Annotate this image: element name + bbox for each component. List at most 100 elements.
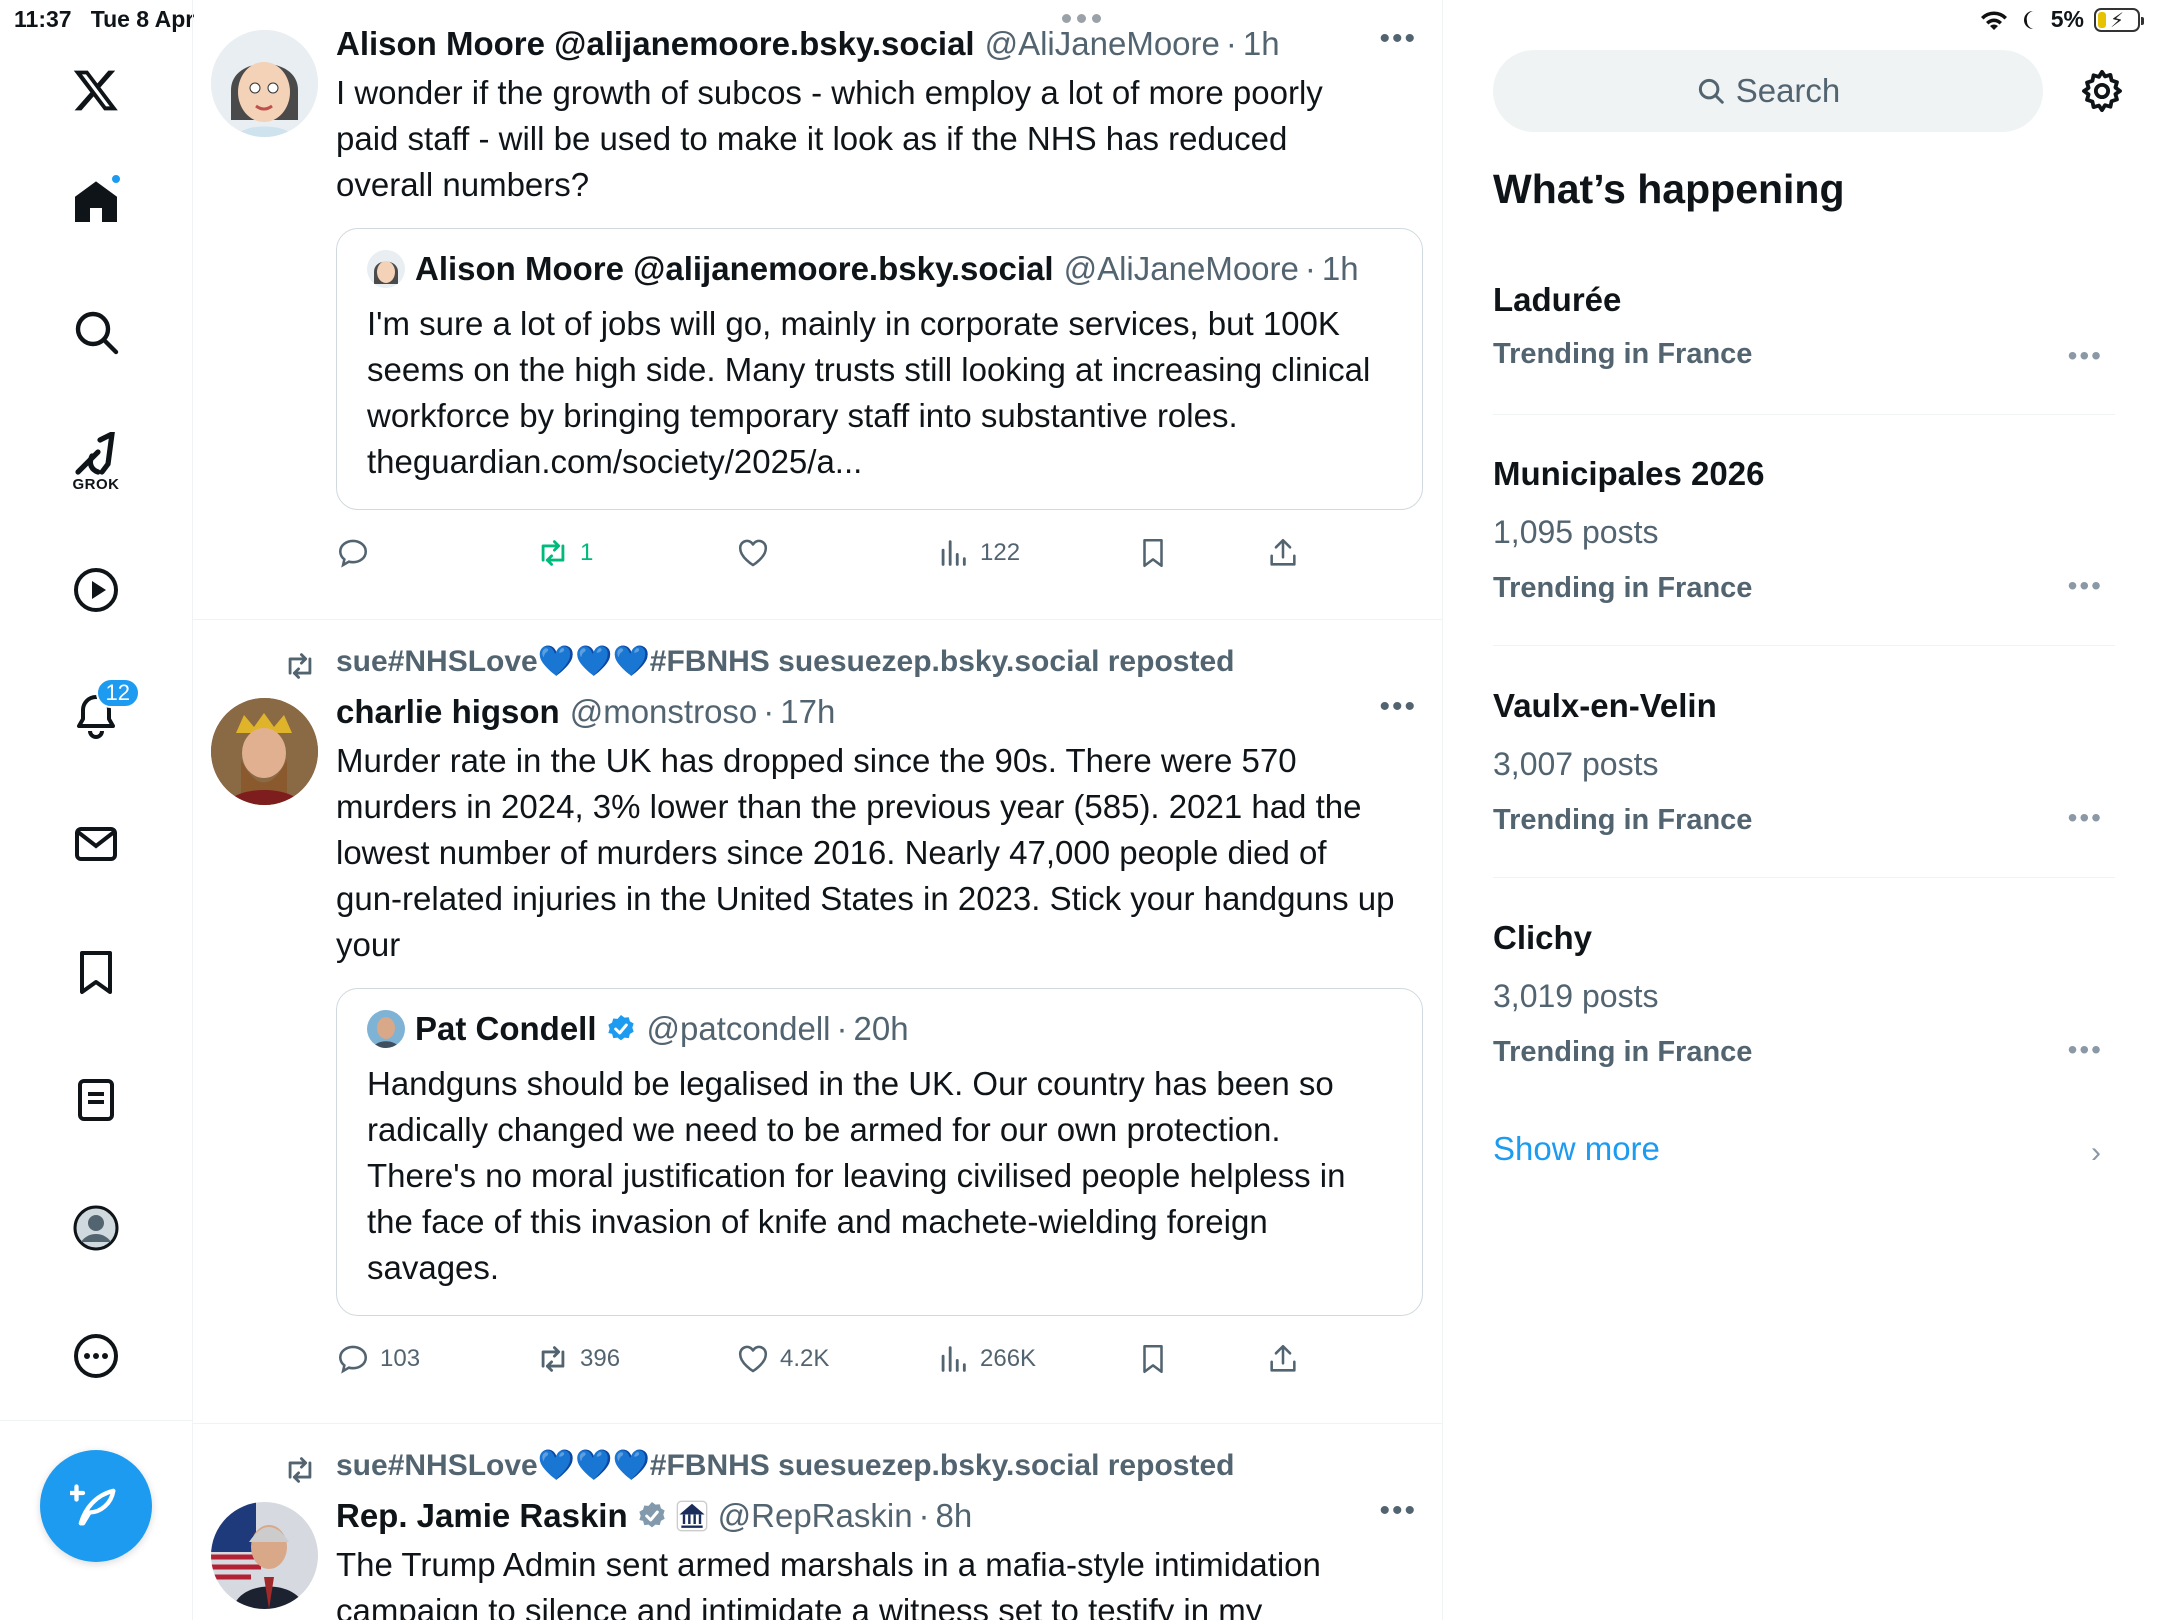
verified-badge-icon [605, 1013, 637, 1045]
search-icon [75, 311, 119, 355]
reposted-by[interactable]: sue#NHSLove💙💙💙#FBNHS suesuezep.bsky.soci… [336, 1448, 1425, 1483]
nav-home[interactable] [52, 158, 140, 246]
more-options-icon[interactable]: ••• [1379, 690, 1417, 724]
share-button[interactable] [1266, 1342, 1300, 1376]
views-chart-icon [941, 1346, 966, 1372]
more-circle-icon [74, 1334, 118, 1378]
reply-button[interactable] [336, 536, 380, 570]
reposted-by[interactable]: sue#NHSLove💙💙💙#FBNHS suesuezep.bsky.soci… [336, 644, 1425, 679]
author-handle[interactable]: @RepRaskin [718, 1494, 913, 1538]
x-logo-icon[interactable] [52, 46, 140, 134]
views-count: 122 [980, 539, 1021, 566]
reply-button[interactable]: 103 [336, 1342, 420, 1376]
post-text: Murder rate in the UK has dropped since … [336, 742, 1395, 963]
quote-author-handle: @AliJaneMoore [1063, 250, 1299, 287]
trend-more-icon[interactable]: ••• [2068, 802, 2103, 834]
views-chart-icon [941, 540, 966, 566]
repost-count: 1 [580, 539, 594, 566]
share-button[interactable] [1266, 536, 1300, 570]
post-time[interactable]: 17h [780, 690, 835, 734]
nav-bookmarks[interactable] [52, 928, 140, 1016]
trend-title: Municipales 2026 [1493, 455, 1765, 492]
quote-header: Pat Condell @patcondell · 20h [367, 1007, 1392, 1051]
like-count: 4.2K [780, 1345, 830, 1372]
more-options-icon[interactable]: ••• [1379, 22, 1417, 56]
nav-explore[interactable] [52, 288, 140, 376]
government-affiliation-icon [676, 1500, 708, 1532]
timeline-feed[interactable]: Alison Moore @alijanemoore.bsky.social @… [193, 0, 1443, 1620]
right-sidebar: Search What’s happening Ladurée Trending… [1443, 0, 2160, 1620]
quoted-post[interactable]: Pat Condell @patcondell · 20h Handguns s… [336, 988, 1423, 1316]
trend-title: Clichy [1493, 919, 1593, 956]
chevron-right-icon[interactable]: › [2091, 1136, 2101, 1170]
reposted-icon [283, 649, 317, 688]
trend-item[interactable]: Clichy 3,019 posts Trending in France ••… [1493, 918, 2115, 1098]
reply-icon [338, 1345, 368, 1374]
bookmark-button[interactable] [1136, 536, 1170, 570]
trend-more-icon[interactable]: ••• [2068, 570, 2103, 602]
post[interactable]: Alison Moore @alijanemoore.bsky.social @… [193, 0, 1442, 620]
views-count: 266K [980, 1345, 1037, 1372]
trend-title: Vaulx-en-Velin [1493, 687, 1717, 724]
views-button[interactable]: 122 [936, 536, 1020, 570]
bookmark-icon [80, 951, 112, 994]
post-time[interactable]: 1h [1243, 22, 1280, 66]
notifications-badge: 12 [95, 678, 140, 708]
views-button[interactable]: 266K [936, 1342, 1036, 1376]
repost-icon [541, 1346, 565, 1372]
trend-item[interactable]: Municipales 2026 1,095 posts Trending in… [1493, 454, 2115, 646]
avatar[interactable] [211, 30, 318, 137]
compose-feather-icon [70, 1484, 116, 1526]
author-name[interactable]: Rep. Jamie Raskin [336, 1494, 628, 1538]
quoted-post[interactable]: Alison Moore @alijanemoore.bsky.social @… [336, 228, 1423, 510]
play-circle-icon [74, 568, 118, 612]
repost-button[interactable]: 396 [536, 1342, 620, 1376]
profile-avatar-icon [73, 1205, 119, 1251]
settings-gear-icon[interactable] [2079, 68, 2125, 114]
home-icon [75, 181, 117, 222]
like-button[interactable]: 4.2K [736, 1342, 829, 1376]
trend-location: Trending in France [1493, 804, 1753, 836]
avatar[interactable] [211, 1502, 318, 1609]
post-time[interactable]: 8h [936, 1494, 973, 1538]
trend-post-count: 3,019 posts [1493, 978, 1659, 1014]
trend-item[interactable]: Ladurée Trending in France ••• [1493, 280, 2115, 415]
grok-label: GROK [72, 475, 120, 493]
post[interactable]: sue#NHSLove💙💙💙#FBNHS suesuezep.bsky.soci… [193, 1424, 1442, 1620]
post[interactable]: sue#NHSLove💙💙💙#FBNHS suesuezep.bsky.soci… [193, 620, 1442, 1424]
search-input[interactable]: Search [1493, 50, 2043, 132]
author-name[interactable]: charlie higson [336, 690, 560, 734]
nav-messages[interactable] [52, 800, 140, 888]
quote-author-handle: @patcondell [646, 1010, 831, 1047]
nav-notifications[interactable]: 12 [52, 672, 140, 760]
like-button[interactable] [736, 536, 780, 570]
reposted-icon [283, 1453, 317, 1492]
bookmark-button[interactable] [1136, 1342, 1170, 1376]
show-more-link[interactable]: Show more [1493, 1130, 1660, 1168]
share-icon [1270, 1344, 1296, 1372]
more-options-icon[interactable]: ••• [1379, 1494, 1417, 1528]
author-handle[interactable]: @AliJaneMoore [985, 22, 1220, 66]
post-actions: 103 396 4.2K 266K [336, 1334, 1425, 1394]
whats-happening-heading: What’s happening [1493, 166, 1845, 212]
author-handle[interactable]: @monstroso [570, 690, 758, 734]
trend-item[interactable]: Vaulx-en-Velin 3,007 posts Trending in F… [1493, 686, 2115, 878]
compose-button[interactable] [40, 1450, 152, 1562]
post-header: Alison Moore @alijanemoore.bsky.social @… [336, 22, 1425, 66]
author-name[interactable]: Alison Moore @alijanemoore.bsky.social [336, 22, 975, 66]
trend-more-icon[interactable]: ••• [2068, 340, 2103, 372]
quote-text: Handguns should be legalised in the UK. … [367, 1065, 1346, 1286]
quote-text: I'm sure a lot of jobs will go, mainly i… [367, 305, 1371, 480]
nav-grok[interactable]: GROK [52, 418, 140, 506]
nav-profile[interactable] [52, 1184, 140, 1272]
quote-author-name: Alison Moore @alijanemoore.bsky.social [415, 250, 1054, 287]
quote-avatar [367, 250, 405, 288]
post-header: charlie higson @monstroso · 17h [336, 690, 1425, 734]
nav-more[interactable] [52, 1312, 140, 1400]
nav-lists[interactable] [52, 1056, 140, 1144]
left-nav: GROK 12 [0, 0, 193, 1620]
trend-more-icon[interactable]: ••• [2068, 1034, 2103, 1066]
repost-button[interactable]: 1 [536, 536, 593, 570]
avatar[interactable] [211, 698, 318, 805]
nav-video[interactable] [52, 546, 140, 634]
